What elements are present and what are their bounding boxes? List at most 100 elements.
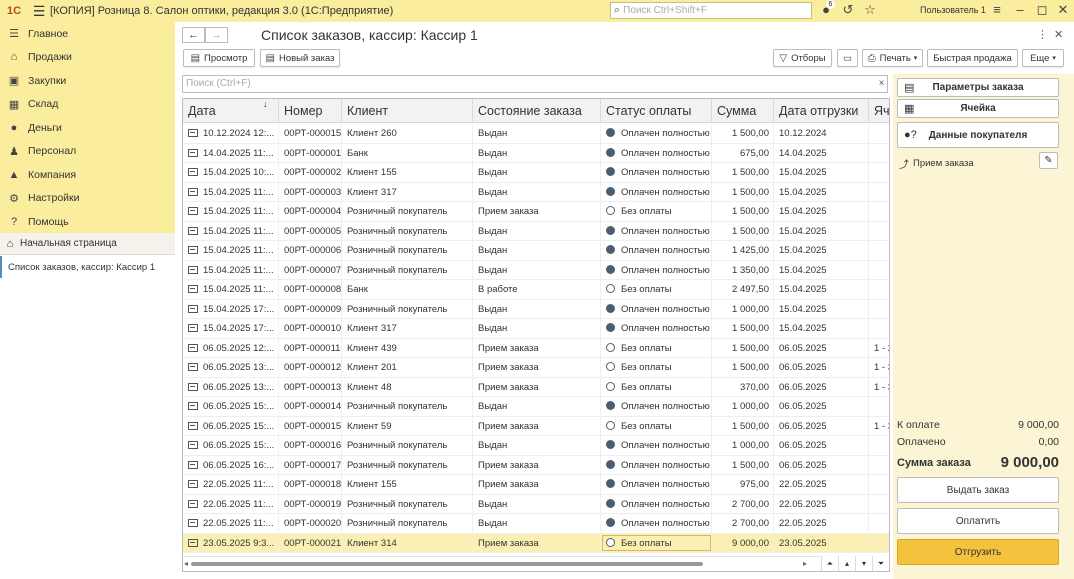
sidebar-item-2[interactable]: ⌂ Продажи — [0, 46, 175, 70]
cell-ship: 22.05.2025 — [774, 475, 869, 494]
sidebar-item-5[interactable]: ● Деньги — [0, 116, 175, 140]
cell-state: Выдан — [473, 124, 601, 143]
table-row[interactable]: 22.05.2025 11:... 00РТ-000020 Розничный по… — [183, 514, 889, 534]
form-close-icon[interactable]: ✕ — [1054, 28, 1063, 41]
list-search-input[interactable]: Поиск (Ctrl+F) — [182, 75, 888, 93]
table-row[interactable]: 06.05.2025 13:... 00РТ-000013 Клиент 48 При… — [183, 377, 889, 397]
edit-button[interactable]: ✎ — [1039, 152, 1058, 169]
close-icon[interactable]: ✕ — [1054, 2, 1072, 18]
table-row[interactable]: 14.04.2025 11:... 00РТ-000001 Банк Выдан Опл… — [183, 143, 889, 163]
comment-button[interactable]: ▭ — [837, 49, 858, 67]
ship-button[interactable]: Отгрузить — [897, 539, 1059, 565]
maximize-icon[interactable]: ◻ — [1033, 2, 1051, 18]
forward-button[interactable]: → — [205, 27, 228, 43]
table-row[interactable]: 15.04.2025 17:... 00РТ-000009 Розничный по… — [183, 299, 889, 319]
scroll-top-button[interactable]: ⏶ — [821, 556, 838, 571]
sidebar-item-8[interactable]: ⚙ Настройки — [0, 187, 175, 211]
sidebar-item-1[interactable]: ☰ Главное — [0, 22, 175, 46]
table-row[interactable]: 15.04.2025 10:... 00РТ-000002 Клиент 155 Вы… — [183, 163, 889, 183]
cell-text: Выдан — [478, 128, 508, 139]
scroll-down-button[interactable]: ▾ — [855, 556, 872, 571]
column-header[interactable]: Дата отгрузки — [774, 99, 869, 123]
cell-ship: 06.05.2025 — [774, 455, 869, 474]
quick-sale-button[interactable]: Быстрая продажа — [927, 49, 1018, 67]
scroll-bottom-button[interactable]: ⏷ — [872, 556, 889, 571]
more-icon[interactable]: ⋮ — [1037, 28, 1048, 41]
user-name[interactable]: Пользователь 1 — [920, 5, 986, 15]
table-row[interactable]: 06.05.2025 15:... 00РТ-000015 Клиент 59 При… — [183, 416, 889, 436]
sidebar-item-3[interactable]: ▣ Закупки — [0, 69, 175, 93]
main-menu-icon[interactable]: ☰ — [28, 3, 50, 20]
minimize-icon[interactable]: – — [1011, 2, 1029, 17]
table-row[interactable]: 15.04.2025 11:... 00РТ-000006 Розничный по… — [183, 241, 889, 261]
column-header[interactable]: Сумма — [712, 99, 774, 123]
table-row[interactable]: 23.05.2025 9:3... 00РТ-000021 Клиент 314 Пр… — [183, 533, 889, 553]
order-params-button[interactable]: ▤ Параметры заказа — [897, 78, 1059, 97]
cell-text: Прием заказа — [478, 381, 539, 393]
cell-date: 22.05.2025 11:... — [183, 475, 279, 494]
table-row[interactable]: 15.04.2025 11:... 00РТ-000003 Клиент 317 Вы… — [183, 182, 889, 202]
table-row[interactable]: 15.04.2025 11:... 00РТ-000008 Банк В работе… — [183, 280, 889, 300]
more-button[interactable]: Еще ▾ — [1022, 49, 1064, 67]
column-header[interactable]: Ячейка — [869, 99, 889, 123]
column-header[interactable]: Статус оплаты — [601, 99, 712, 123]
star-icon[interactable]: ☆ — [861, 2, 879, 18]
cell-client: Клиент 260 — [342, 124, 473, 143]
table-row[interactable]: 15.04.2025 11:... 00РТ-000005 Розничный по… — [183, 221, 889, 241]
warehouse-icon: ▦ — [8, 98, 20, 111]
issue-order-button[interactable]: Выдать заказ — [897, 477, 1059, 503]
sidebar-item-9[interactable]: ? Помощь — [0, 210, 175, 234]
table-row[interactable]: 15.04.2025 11:... 00РТ-000007 Розничный по… — [183, 260, 889, 280]
table-row[interactable]: 10.12.2024 12:... 00РТ-000015 Клиент 260 Вы… — [183, 124, 889, 144]
column-header[interactable]: Номер — [279, 99, 342, 123]
settings-lines-icon[interactable]: ≡ — [988, 2, 1006, 17]
cell-ship: 15.04.2025 — [774, 202, 869, 221]
pay-button[interactable]: Оплатить — [897, 508, 1059, 534]
sidebar-item-6[interactable]: ♟ Персонал — [0, 140, 175, 164]
clear-search-icon[interactable]: × — [875, 75, 888, 93]
table-row[interactable]: 06.05.2025 12:... 00РТ-000011 Клиент 439 Пр… — [183, 338, 889, 358]
scroll-right-icon[interactable]: ▸ — [803, 559, 807, 568]
cell-number: 00РТ-000014 — [279, 397, 342, 416]
scrollbar-thumb[interactable] — [191, 562, 703, 566]
history-icon[interactable]: ↺ — [839, 2, 857, 18]
selections-button[interactable]: ▽ Отборы — [773, 49, 832, 67]
cell-text: 2 497,50 — [732, 284, 769, 295]
table-row[interactable]: 06.05.2025 15:... 00РТ-000016 Розничный по… — [183, 436, 889, 456]
back-button[interactable]: ← — [182, 27, 205, 43]
sidebar-home-link[interactable]: ⌂ Начальная страница — [0, 233, 175, 255]
table-row[interactable]: 22.05.2025 11:... 00РТ-000019 Розничный по… — [183, 494, 889, 514]
cell-client: Клиент 48 — [342, 377, 473, 396]
table-row[interactable]: 06.05.2025 13:... 00РТ-000012 Клиент 201 Пр… — [183, 358, 889, 378]
global-search-input[interactable]: ⌕ Поиск Ctrl+Shift+F — [610, 2, 812, 19]
cell-button[interactable]: ▦ Ячейка — [897, 99, 1059, 118]
cell-text: Клиент 155 — [347, 167, 397, 178]
table-row[interactable]: 15.04.2025 11:... 00РТ-000004 Розничный по… — [183, 202, 889, 222]
print-button[interactable]: ⎙ Печать ▾ — [862, 49, 923, 67]
column-header[interactable]: Клиент — [342, 99, 473, 123]
sidebar-item-label: Склад — [28, 98, 59, 111]
scroll-up-button[interactable]: ▴ — [838, 556, 855, 571]
cell-text: 22.05.2025 — [779, 479, 827, 490]
table-row[interactable]: 22.05.2025 11:... 00РТ-000018 Клиент 155 Пр… — [183, 475, 889, 495]
table-row[interactable]: 15.04.2025 17:... 00РТ-000010 Клиент 317 Вы… — [183, 319, 889, 339]
table-row[interactable]: 06.05.2025 15:... 00РТ-000014 Розничный по… — [183, 397, 889, 417]
cell-text: Розничный покупатель — [347, 245, 448, 256]
cell-text: 1 500,00 — [732, 459, 769, 471]
sidebar-item-4[interactable]: ▦ Склад — [0, 93, 175, 117]
column-header[interactable]: Состояние заказа — [473, 99, 601, 123]
table-row[interactable]: 06.05.2025 16:... 00РТ-000017 Розничный по… — [183, 455, 889, 475]
view-button[interactable]: ▤ Просмотр — [183, 49, 255, 67]
cell-cell: 1 - 3 — [869, 417, 889, 436]
open-window-item[interactable]: Список заказов, кассир: Кассир 1 — [0, 256, 175, 278]
cell-ship: 15.04.2025 — [774, 319, 869, 338]
new-order-button[interactable]: ▤ Новый заказ — [260, 49, 340, 67]
cell-text: Выдан — [478, 186, 508, 198]
cell-state: Прием заказа — [473, 416, 601, 435]
buyer-data-button[interactable]: ●? Данные покупателя — [897, 122, 1059, 148]
cell-client: Розничный покупатель — [342, 436, 473, 455]
horizontal-scrollbar[interactable]: ◂ ▸ ⏶ ▴ ▾ ⏷ — [183, 556, 889, 571]
sidebar-item-7[interactable]: ▲ Компания — [0, 163, 175, 187]
scroll-left-icon[interactable]: ◂ — [184, 559, 188, 568]
cell-date: 15.04.2025 17:... — [183, 319, 279, 338]
